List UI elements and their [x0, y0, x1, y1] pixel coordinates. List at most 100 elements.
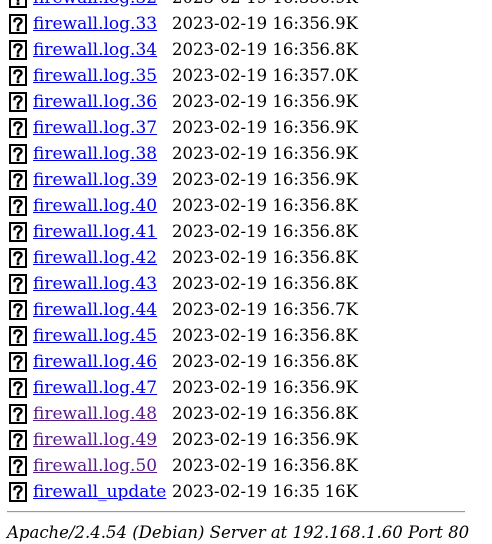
file-modified-date: 2023-02-19 16:35 [172, 378, 320, 397]
unknown-file-icon [9, 196, 27, 216]
file-link[interactable]: firewall_update [33, 482, 166, 502]
file-size: 6.8K [319, 352, 358, 371]
file-link[interactable]: firewall.log.33 [33, 14, 157, 34]
file-row: firewall.log.47 2023-02-19 16:35 6.9K [0, 376, 492, 402]
file-size: 6.8K [319, 456, 358, 475]
file-size: 6.8K [319, 274, 358, 293]
unknown-file-icon [9, 0, 27, 8]
file-link[interactable]: firewall.log.48 [33, 404, 157, 424]
file-modified-date: 2023-02-19 16:35 [172, 456, 320, 475]
file-row: firewall.log.46 2023-02-19 16:35 6.8K [0, 350, 492, 376]
file-row: firewall.log.41 2023-02-19 16:35 6.8K [0, 220, 492, 246]
file-size: 6.9K [319, 170, 358, 189]
file-link[interactable]: firewall.log.42 [33, 248, 157, 268]
unknown-file-icon [9, 40, 27, 60]
file-link[interactable]: firewall.log.39 [33, 170, 157, 190]
file-size: 7.0K [319, 66, 358, 85]
file-link[interactable]: firewall.log.40 [33, 196, 157, 216]
file-row: firewall.log.39 2023-02-19 16:35 6.9K [0, 168, 492, 194]
file-link[interactable]: firewall.log.49 [33, 430, 157, 450]
file-row: firewall_update 2023-02-19 16:35 16K [0, 480, 492, 506]
footer-divider [7, 511, 465, 513]
file-size: 6.8K [319, 196, 358, 215]
file-row: firewall.log.45 2023-02-19 16:35 6.8K [0, 324, 492, 350]
file-size: 6.7K [319, 300, 358, 319]
unknown-file-icon [9, 300, 27, 320]
file-link[interactable]: firewall.log.38 [33, 144, 157, 164]
file-row: firewall.log.49 2023-02-19 16:35 6.9K [0, 428, 492, 454]
unknown-file-icon [9, 274, 27, 294]
file-size: 6.9K [319, 0, 358, 8]
file-modified-date: 2023-02-19 16:35 [172, 40, 320, 59]
file-link[interactable]: firewall.log.36 [33, 92, 157, 112]
unknown-file-icon [9, 222, 27, 242]
file-row: firewall.log.44 2023-02-19 16:35 6.7K [0, 298, 492, 324]
file-modified-date: 2023-02-19 16:35 [172, 66, 320, 85]
file-size: 6.8K [319, 326, 358, 345]
unknown-file-icon [9, 352, 27, 372]
file-link[interactable]: firewall.log.44 [33, 300, 157, 320]
file-modified-date: 2023-02-19 16:35 [172, 482, 320, 501]
file-link[interactable]: firewall.log.35 [33, 66, 157, 86]
file-modified-date: 2023-02-19 16:35 [172, 352, 320, 371]
unknown-file-icon [9, 456, 27, 476]
file-link[interactable]: firewall.log.41 [33, 222, 157, 242]
file-size: 6.8K [319, 222, 358, 241]
file-modified-date: 2023-02-19 16:35 [172, 0, 320, 8]
file-modified-date: 2023-02-19 16:35 [172, 274, 320, 293]
unknown-file-icon [9, 66, 27, 86]
unknown-file-icon [9, 430, 27, 450]
unknown-file-icon [9, 170, 27, 190]
file-size: 6.9K [319, 14, 358, 33]
file-row: firewall.log.34 2023-02-19 16:35 6.8K [0, 38, 492, 64]
unknown-file-icon [9, 92, 27, 112]
file-modified-date: 2023-02-19 16:35 [172, 14, 320, 33]
file-row: firewall.log.50 2023-02-19 16:35 6.8K [0, 454, 492, 480]
file-link[interactable]: firewall.log.43 [33, 274, 157, 294]
file-row: firewall.log.38 2023-02-19 16:35 6.9K [0, 142, 492, 168]
file-row: firewall.log.37 2023-02-19 16:35 6.9K [0, 116, 492, 142]
file-size: 6.8K [319, 248, 358, 267]
file-row: firewall.log.42 2023-02-19 16:35 6.8K [0, 246, 492, 272]
unknown-file-icon [9, 14, 27, 34]
file-row: firewall.log.35 2023-02-19 16:35 7.0K [0, 64, 492, 90]
file-modified-date: 2023-02-19 16:35 [172, 196, 320, 215]
file-row: firewall.log.43 2023-02-19 16:35 6.8K [0, 272, 492, 298]
file-modified-date: 2023-02-19 16:35 [172, 170, 320, 189]
file-modified-date: 2023-02-19 16:35 [172, 248, 320, 267]
unknown-file-icon [9, 326, 27, 346]
unknown-file-icon [9, 248, 27, 268]
file-modified-date: 2023-02-19 16:35 [172, 326, 320, 345]
unknown-file-icon [9, 144, 27, 164]
file-modified-date: 2023-02-19 16:35 [172, 430, 320, 449]
file-link[interactable]: firewall.log.45 [33, 326, 157, 346]
file-row: firewall.log.33 2023-02-19 16:35 6.9K [0, 12, 492, 38]
file-link[interactable]: firewall.log.37 [33, 118, 157, 138]
file-link[interactable]: firewall.log.50 [33, 456, 157, 476]
unknown-file-icon [9, 404, 27, 424]
file-modified-date: 2023-02-19 16:35 [172, 300, 320, 319]
file-modified-date: 2023-02-19 16:35 [172, 144, 320, 163]
file-row: firewall.log.40 2023-02-19 16:35 6.8K [0, 194, 492, 220]
file-size: 6.8K [319, 404, 358, 423]
file-row: firewall.log.48 2023-02-19 16:35 6.8K [0, 402, 492, 428]
file-size: 6.9K [319, 118, 358, 137]
file-modified-date: 2023-02-19 16:35 [172, 222, 320, 241]
file-row: firewall.log.32 2023-02-19 16:356.9K [0, 0, 492, 12]
file-link[interactable]: firewall.log.34 [33, 40, 157, 60]
file-size: 6.9K [319, 430, 358, 449]
file-link[interactable]: firewall.log.46 [33, 352, 157, 372]
server-signature: Apache/2.4.54 (Debian) Server at 192.168… [7, 523, 470, 542]
file-size: 6.9K [319, 378, 358, 397]
file-modified-date: 2023-02-19 16:35 [172, 118, 320, 137]
file-modified-date: 2023-02-19 16:35 [172, 404, 320, 423]
file-link[interactable]: firewall.log.47 [33, 378, 157, 398]
file-size: 6.8K [319, 40, 358, 59]
file-link[interactable]: firewall.log.32 [33, 0, 157, 8]
unknown-file-icon [9, 378, 27, 398]
file-size: 6.9K [319, 144, 358, 163]
file-size: 16K [324, 482, 358, 501]
file-row: firewall.log.36 2023-02-19 16:35 6.9K [0, 90, 492, 116]
file-size: 6.9K [319, 92, 358, 111]
unknown-file-icon [9, 118, 27, 138]
